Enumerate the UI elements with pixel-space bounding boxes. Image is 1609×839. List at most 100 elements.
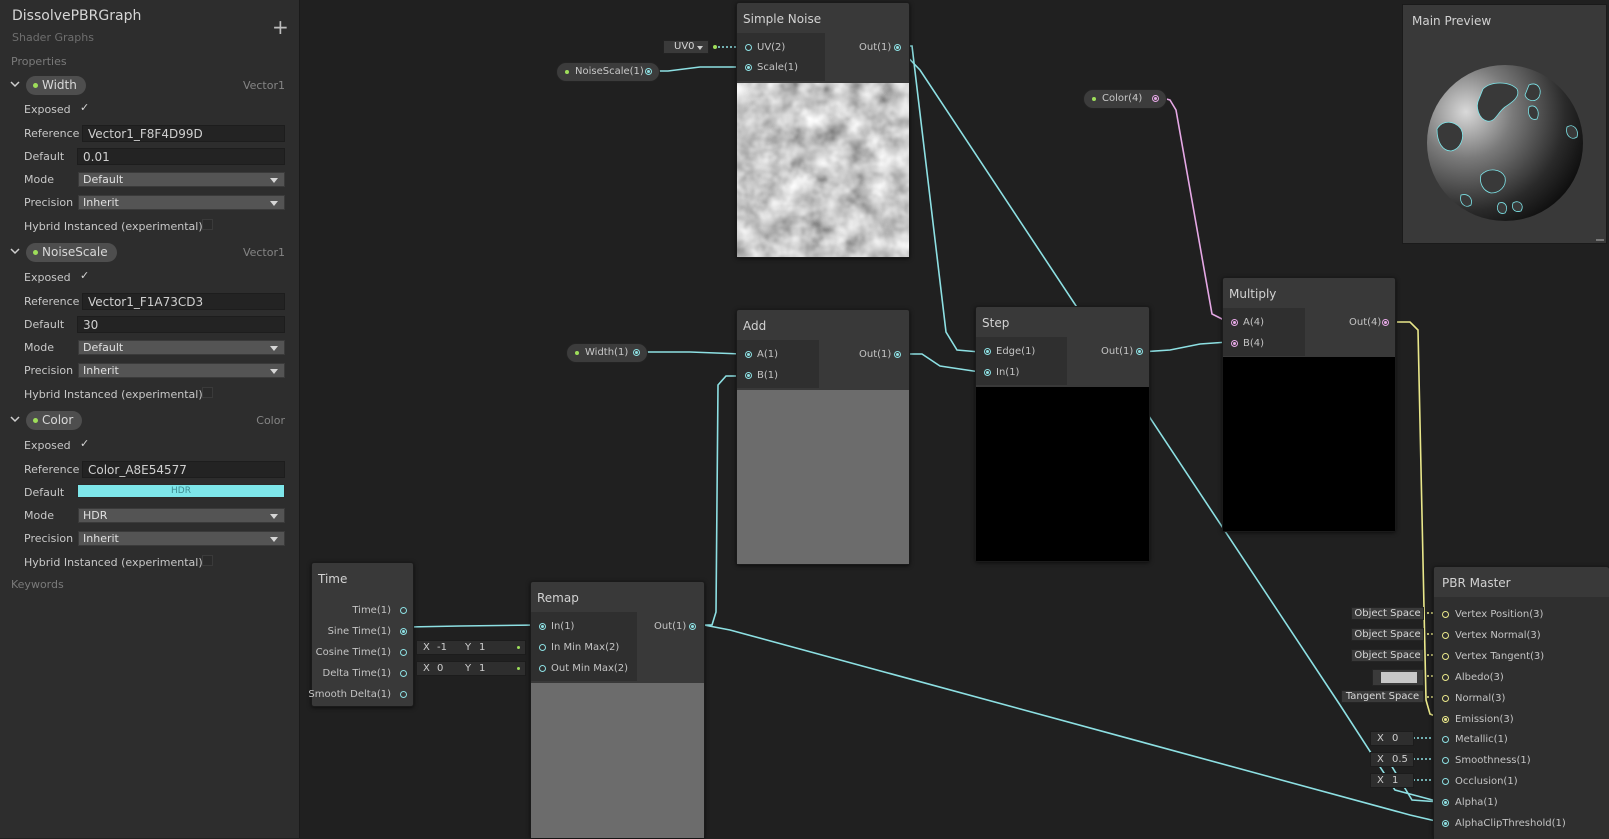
output-port-time[interactable] <box>400 607 407 614</box>
input-port-a[interactable] <box>745 351 752 358</box>
y-value[interactable]: 1 <box>479 663 485 674</box>
x-value[interactable]: -1 <box>437 642 447 653</box>
input-port-b[interactable] <box>1231 340 1238 347</box>
output-port-delta-time[interactable] <box>400 670 407 677</box>
chevron-down-icon[interactable] <box>10 79 20 89</box>
remap-node[interactable]: Remap In(1) In Min Max(2) Out Min Max(2)… <box>530 581 705 838</box>
vertex-normal-space-chip[interactable]: Object Space <box>1351 628 1424 641</box>
output-port-smooth-delta[interactable] <box>400 691 407 698</box>
pbr-master-node[interactable]: PBR Master Vertex Position(3) Vertex Nor… <box>1433 566 1609 839</box>
port-label: Out Min Max(2) <box>551 663 629 674</box>
output-port-cosine-time[interactable] <box>400 649 407 656</box>
property-width[interactable]: Width Vector1 <box>0 75 299 97</box>
input-port-vertex-position[interactable] <box>1442 611 1449 618</box>
albedo-color-field[interactable] <box>1372 669 1424 686</box>
x-value[interactable]: 0 <box>437 663 443 674</box>
output-port-out[interactable] <box>894 351 901 358</box>
output-port-sine-time[interactable] <box>400 628 407 635</box>
input-port-a[interactable] <box>1231 319 1238 326</box>
vertex-tangent-space-chip[interactable]: Object Space <box>1351 649 1424 662</box>
input-port-out-min-max[interactable] <box>539 665 546 672</box>
vertex-position-space-chip[interactable]: Object Space <box>1351 607 1424 620</box>
graph-title: DissolvePBRGraph <box>12 8 142 24</box>
default-label: Default <box>24 486 65 499</box>
smoothness-field[interactable]: X 0.5 <box>1370 752 1414 767</box>
input-port-edge[interactable] <box>984 348 991 355</box>
mode-dropdown[interactable]: Default <box>78 340 285 355</box>
simple-noise-node[interactable]: Simple Noise UV(2) Scale(1) Out(1) <box>736 2 910 258</box>
input-port-in-min-max[interactable] <box>539 644 546 651</box>
out-min-max-field[interactable]: X 0 Y 1 <box>416 661 526 676</box>
property-color[interactable]: Color Color <box>0 410 299 432</box>
property-noisescale[interactable]: NoiseScale Vector1 <box>0 242 299 264</box>
reference-field[interactable]: Vector1_F8F4D99D <box>82 125 285 142</box>
mode-dropdown[interactable]: Default <box>78 172 285 187</box>
default-label: Default <box>24 318 65 331</box>
precision-dropdown[interactable]: Inherit <box>78 195 285 210</box>
input-port-alpha-clip-threshold[interactable] <box>1442 820 1449 827</box>
uv-channel-dropdown[interactable]: UV0 <box>663 40 709 54</box>
output-port[interactable] <box>633 349 640 356</box>
exposed-checkbox[interactable]: ✓ <box>80 102 90 113</box>
width-property-node[interactable]: Width(1) <box>566 343 648 363</box>
property-pill[interactable]: Color <box>26 411 83 430</box>
input-port-vertex-tangent[interactable] <box>1442 653 1449 660</box>
property-pill[interactable]: Width <box>26 76 86 95</box>
port-label: In(1) <box>996 367 1020 378</box>
y-value[interactable]: 1 <box>479 642 485 653</box>
smoothness-value[interactable]: 0.5 <box>1392 754 1408 765</box>
output-port[interactable] <box>1152 95 1159 102</box>
exposed-checkbox[interactable]: ✓ <box>80 438 90 449</box>
input-port-occlusion[interactable] <box>1442 778 1449 785</box>
main-preview-panel[interactable]: Main Preview <box>1402 4 1607 244</box>
input-port-metallic[interactable] <box>1442 736 1449 743</box>
precision-dropdown[interactable]: Inherit <box>78 531 285 546</box>
input-port-in[interactable] <box>984 369 991 376</box>
output-port[interactable] <box>645 68 652 75</box>
port-label: A(1) <box>757 349 779 360</box>
occlusion-value[interactable]: 1 <box>1392 775 1398 786</box>
property-pill[interactable]: NoiseScale <box>26 243 117 262</box>
input-port-alpha[interactable] <box>1442 799 1449 806</box>
output-port-out[interactable] <box>689 623 696 630</box>
input-port-scale[interactable] <box>745 64 752 71</box>
add-node[interactable]: Add A(1) B(1) Out(1) <box>736 309 910 565</box>
metallic-value[interactable]: 0 <box>1392 733 1398 744</box>
normal-space-chip[interactable]: Tangent Space <box>1341 690 1424 703</box>
chevron-down-icon[interactable] <box>10 246 20 256</box>
port-label: Out(4) <box>1349 317 1382 328</box>
occlusion-field[interactable]: X 1 <box>1370 773 1414 788</box>
input-port-smoothness[interactable] <box>1442 757 1449 764</box>
hybrid-checkbox[interactable] <box>202 555 213 566</box>
hybrid-checkbox[interactable] <box>202 387 213 398</box>
input-port-albedo[interactable] <box>1442 674 1449 681</box>
metallic-field[interactable]: X 0 <box>1370 731 1414 746</box>
input-port-normal[interactable] <box>1442 695 1449 702</box>
default-field[interactable]: 30 <box>77 316 285 333</box>
input-port-uv[interactable] <box>745 44 752 51</box>
chevron-down-icon[interactable] <box>10 414 20 424</box>
input-port-b[interactable] <box>745 372 752 379</box>
reference-field[interactable]: Vector1_F1A73CD3 <box>82 293 285 310</box>
color-default-swatch[interactable]: HDR <box>77 484 285 498</box>
step-node[interactable]: Step Edge(1) In(1) Out(1) <box>975 306 1150 562</box>
output-port-out[interactable] <box>894 44 901 51</box>
precision-dropdown[interactable]: Inherit <box>78 363 285 378</box>
input-port-emission[interactable] <box>1442 716 1449 723</box>
time-node[interactable]: Time Time(1) Sine Time(1) Cosine Time(1)… <box>308 562 414 707</box>
input-port-vertex-normal[interactable] <box>1442 632 1449 639</box>
hybrid-checkbox[interactable] <box>202 219 213 230</box>
in-min-max-field[interactable]: X -1 Y 1 <box>416 640 526 655</box>
output-port-out[interactable] <box>1136 348 1143 355</box>
default-field[interactable]: 0.01 <box>77 148 285 165</box>
resize-handle[interactable] <box>1596 239 1604 241</box>
multiply-node[interactable]: Multiply A(4) B(4) Out(4) <box>1222 277 1396 532</box>
output-port-out[interactable] <box>1382 319 1389 326</box>
add-property-button[interactable]: + <box>272 17 289 37</box>
reference-field[interactable]: Color_A8E54577 <box>82 461 285 478</box>
exposed-checkbox[interactable]: ✓ <box>80 270 90 281</box>
input-port-in[interactable] <box>539 623 546 630</box>
mode-dropdown[interactable]: HDR <box>78 508 285 523</box>
color-property-node[interactable]: Color(4) <box>1083 89 1167 109</box>
noisescale-property-node[interactable]: NoiseScale(1) <box>556 62 660 82</box>
